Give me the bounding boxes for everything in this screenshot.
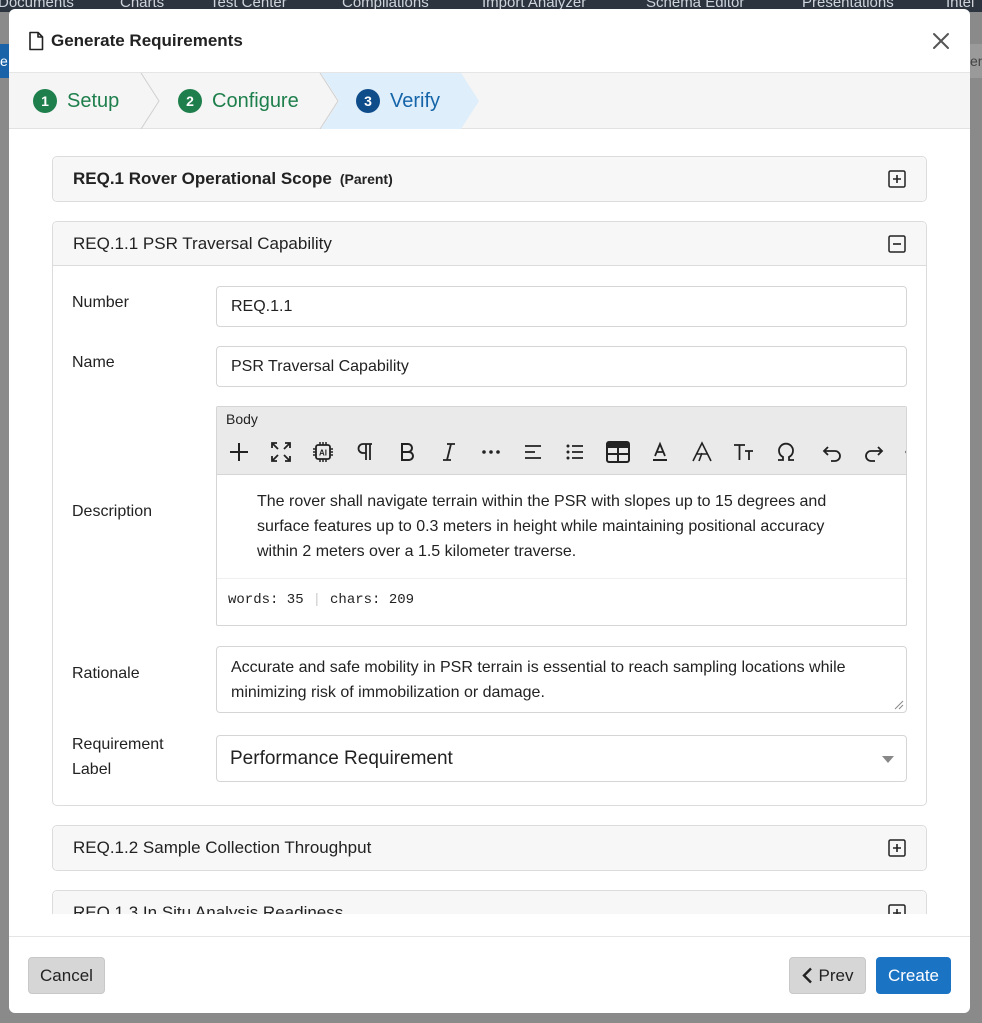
font-family-icon[interactable] — [690, 440, 714, 464]
rationale-label: Rationale — [72, 665, 140, 682]
requirement-label-label: Requirement Label — [72, 732, 164, 782]
table-icon[interactable] — [605, 439, 631, 465]
panel-header[interactable]: REQ.1.3 In Situ Analysis Readiness — [53, 891, 926, 914]
step-number: 3 — [356, 89, 380, 113]
number-label: Number — [72, 294, 129, 311]
more-icon[interactable] — [479, 440, 503, 464]
bold-icon[interactable] — [395, 440, 419, 464]
rationale-textarea[interactable]: Accurate and safe mobility in PSR terrai… — [216, 646, 907, 713]
prev-label: Prev — [818, 965, 854, 985]
fullscreen-icon[interactable] — [269, 440, 293, 464]
bullet-list-icon[interactable] — [563, 440, 587, 464]
description-editor-content[interactable]: The rover shall navigate terrain within … — [217, 475, 906, 579]
chevron-left-icon — [801, 967, 812, 984]
wizard-steps: 1 Setup 2 Configure 3 Verify — [9, 73, 970, 129]
step-separator-2 — [319, 73, 339, 129]
wizard-step-verify[interactable]: 3 Verify — [356, 73, 440, 129]
editor-status-bar: words: 35 | chars: 209 — [228, 592, 415, 608]
cancel-button[interactable]: Cancel — [28, 957, 105, 994]
panel-title: REQ.1 Rover Operational Scope — [73, 169, 332, 188]
panel-requirement-1-2: REQ.1.2 Sample Collection Throughput — [52, 825, 927, 871]
panel-header[interactable]: REQ.1 Rover Operational Scope (Parent) — [53, 157, 926, 201]
step-number: 2 — [178, 89, 202, 113]
panel-parent-requirement: REQ.1 Rover Operational Scope (Parent) — [52, 156, 927, 202]
document-icon — [29, 31, 44, 50]
step-label: Verify — [390, 89, 441, 112]
panel-title: REQ.1.2 Sample Collection Throughput — [73, 838, 372, 857]
char-count: chars: 209 — [330, 592, 415, 608]
svg-text:AI: AI — [319, 449, 327, 458]
prev-button[interactable]: Prev — [789, 957, 866, 994]
generate-requirements-dialog: Generate Requirements 1 Setup 2 Configur… — [9, 9, 970, 1013]
rationale-text: Accurate and safe mobility in PSR terrai… — [231, 659, 846, 701]
requirements-scroll-area[interactable]: REQ.1 Rover Operational Scope (Parent) R… — [9, 130, 970, 914]
redo-icon[interactable] — [862, 440, 886, 464]
wizard-step-configure[interactable]: 2 Configure — [178, 73, 299, 129]
create-button[interactable]: Create — [876, 957, 951, 994]
word-count: words: 35 — [228, 592, 304, 608]
align-left-icon[interactable] — [521, 440, 545, 464]
resize-grip-icon[interactable] — [894, 700, 904, 710]
panel-header[interactable]: REQ.1.1 PSR Traversal Capability — [53, 222, 926, 266]
close-icon[interactable] — [930, 30, 952, 52]
undo-icon[interactable] — [820, 440, 844, 464]
special-character-icon[interactable] — [774, 440, 798, 464]
description-label: Description — [72, 503, 153, 520]
description-editor: Body AI The rover shall navigate terrain… — [216, 406, 907, 626]
modal-footer: Cancel Prev Create — [9, 936, 970, 1013]
font-color-icon[interactable] — [648, 440, 672, 464]
panel-requirement-1-3: REQ.1.3 In Situ Analysis Readiness — [52, 890, 927, 914]
step-label: Configure — [212, 89, 299, 112]
editor-label: Body — [217, 407, 906, 429]
requirement-label-select[interactable]: Performance Requirement — [216, 735, 907, 782]
collapse-icon[interactable] — [888, 234, 906, 253]
ai-chip-icon[interactable]: AI — [311, 440, 335, 464]
panel-header[interactable]: REQ.1.2 Sample Collection Throughput — [53, 826, 926, 870]
name-input[interactable]: PSR Traversal Capability — [216, 346, 907, 387]
editor-toolbar: AI — [217, 429, 906, 475]
background-right-tab: en — [970, 44, 982, 78]
requirement-label-line1: Requirement — [72, 736, 164, 753]
requirement-label-value: Performance Requirement — [230, 748, 453, 769]
step-number: 1 — [33, 89, 57, 113]
insert-icon[interactable] — [227, 440, 251, 464]
background-left-tab: e — [0, 44, 9, 78]
number-input[interactable]: REQ.1.1 — [216, 286, 907, 327]
italic-icon[interactable] — [437, 440, 461, 464]
panel-current-requirement: REQ.1.1 PSR Traversal Capability Number … — [52, 221, 927, 806]
step-separator-1 — [140, 73, 160, 129]
chevron-down-icon — [882, 756, 894, 763]
wizard-step-setup[interactable]: 1 Setup — [33, 73, 119, 129]
requirement-label-line2: Label — [72, 761, 112, 778]
font-size-icon[interactable] — [732, 440, 756, 464]
expand-icon[interactable] — [888, 170, 906, 188]
modal-title: Generate Requirements — [51, 30, 243, 50]
paragraph-icon[interactable] — [353, 440, 377, 464]
toolbar-overflow-icon[interactable] — [902, 440, 906, 464]
step-label: Setup — [67, 89, 120, 112]
panel-title: REQ.1.1 PSR Traversal Capability — [73, 233, 332, 253]
parent-tag: (Parent) — [339, 171, 393, 187]
modal-header: Generate Requirements — [9, 9, 970, 73]
panel-title: REQ.1.3 In Situ Analysis Readiness — [73, 903, 344, 914]
expand-icon[interactable] — [888, 839, 906, 857]
expand-icon[interactable] — [888, 904, 906, 914]
name-label: Name — [72, 354, 115, 371]
